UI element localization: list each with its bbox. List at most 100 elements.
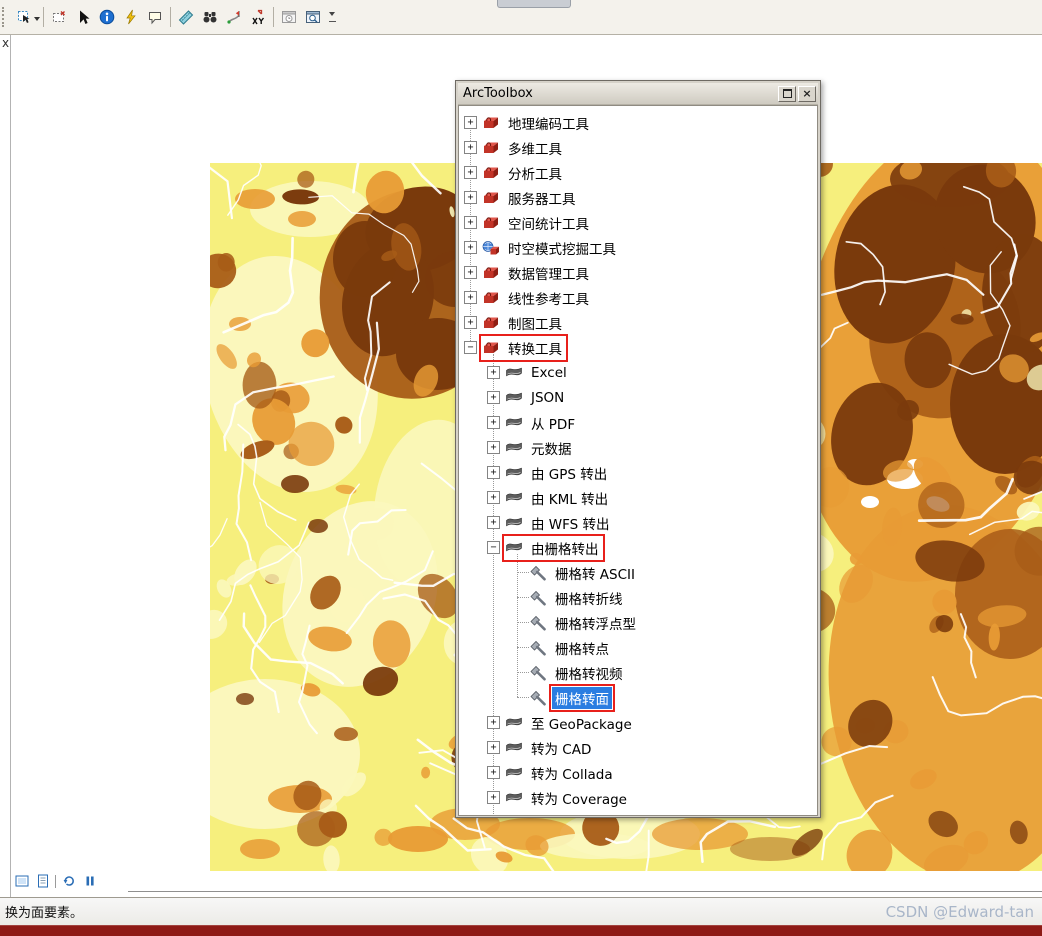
tree-item-label: 由 WFS 转出 [531, 516, 610, 533]
tree-item[interactable]: + 转为 CAD [459, 735, 817, 760]
tree-item-label: 线性参考工具 [508, 291, 589, 308]
expand-box-icon[interactable]: + [464, 241, 477, 254]
offscreen-window-edge [497, 0, 571, 8]
tree-item-label: 服务器工具 [508, 191, 576, 208]
tree-item[interactable]: + 转为 Collada [459, 760, 817, 785]
tree-item[interactable]: − 转换工具 [459, 333, 817, 362]
find-button[interactable] [198, 5, 222, 29]
restore-button[interactable] [778, 85, 796, 102]
tree-item[interactable]: + 时空模式挖掘工具 [459, 235, 817, 260]
tree-item[interactable]: − 由栅格转出 [459, 533, 817, 562]
tree-item[interactable]: + 元数据 [459, 435, 817, 460]
tree-item[interactable]: + 地理编码工具 [459, 110, 817, 135]
tree-item[interactable]: 栅格转点 [459, 635, 817, 660]
expand-box-icon[interactable]: + [487, 391, 500, 404]
expand-box-icon[interactable]: + [487, 441, 500, 454]
tree-item[interactable]: + 由 KML 转出 [459, 485, 817, 510]
tree-item[interactable]: + 转为 Coverage [459, 785, 817, 810]
expand-box-icon[interactable]: + [464, 191, 477, 204]
tree-item-label: 时空模式挖掘工具 [508, 241, 616, 258]
collapse-box-icon[interactable]: − [487, 541, 500, 554]
clear-selected-features-button[interactable] [47, 5, 71, 29]
tree-item[interactable]: + Excel [459, 360, 817, 385]
toolset-icon [505, 465, 523, 481]
tree-item[interactable]: 栅格转面 [459, 683, 817, 712]
refresh-icon [63, 876, 74, 886]
expand-box-icon[interactable]: + [487, 716, 500, 729]
expand-box-icon[interactable]: + [487, 366, 500, 379]
tree-item[interactable]: + 数据管理工具 [459, 260, 817, 285]
collapse-box-icon[interactable]: − [464, 341, 477, 354]
tree-item[interactable]: + 线性参考工具 [459, 285, 817, 310]
time-slider-window-icon [282, 11, 296, 23]
horizontal-scrollbar[interactable] [128, 891, 1042, 892]
tree-item[interactable]: + 至 GeoPackage [459, 710, 817, 735]
tree-item[interactable]: + 制图工具 [459, 310, 817, 335]
expand-box-icon[interactable]: + [487, 766, 500, 779]
select-features-button[interactable] [12, 5, 36, 29]
expand-box-icon[interactable]: + [464, 316, 477, 329]
expand-box-icon[interactable]: + [487, 491, 500, 504]
select-elements-button[interactable] [71, 5, 95, 29]
tree-item[interactable]: + 分析工具 [459, 160, 817, 185]
status-bar: 换为面要素。 CSDN @Edward-tan [0, 897, 1042, 925]
tree-item[interactable]: +转为 dBASE [459, 810, 817, 815]
expand-box-icon[interactable]: + [487, 791, 500, 804]
viewer-window-button[interactable] [301, 5, 325, 29]
panel-close-icon[interactable]: x [2, 36, 9, 50]
expand-box-icon[interactable]: + [487, 466, 500, 479]
tree-item[interactable]: + JSON [459, 385, 817, 410]
time-slider-button[interactable] [277, 5, 301, 29]
toolset-icon [505, 515, 523, 531]
expand-box-icon[interactable]: + [464, 166, 477, 179]
expand-box-icon[interactable]: + [487, 416, 500, 429]
tree-item[interactable]: 栅格转折线 [459, 585, 817, 610]
tree-item-label: 分析工具 [508, 166, 562, 183]
go-to-xy-button[interactable] [246, 5, 270, 29]
mini-toolbar-separator [55, 874, 56, 888]
tree-item[interactable]: + 从 PDF [459, 410, 817, 435]
toolbox-icon [482, 315, 500, 331]
hyperlink-button[interactable] [119, 5, 143, 29]
tree-item-label: 地理编码工具 [508, 116, 589, 133]
pause-drawing-button[interactable] [81, 873, 98, 889]
tree-item[interactable]: 栅格转视频 [459, 660, 817, 685]
expand-box-icon[interactable]: + [464, 266, 477, 279]
tree-item[interactable]: + 服务器工具 [459, 185, 817, 210]
expand-box-icon[interactable]: + [464, 116, 477, 129]
toolbar-grip[interactable] [2, 7, 8, 27]
tree-item-label: 数据管理工具 [508, 266, 589, 283]
tree-item[interactable]: + 空间统计工具 [459, 210, 817, 235]
expand-box-icon[interactable]: + [464, 141, 477, 154]
tree-item-label: 元数据 [531, 441, 572, 458]
select-features-dropdown-arrow[interactable] [34, 17, 40, 24]
toolbox-icon [482, 265, 500, 281]
layout-view-button[interactable] [34, 873, 51, 889]
expand-box-icon[interactable]: + [487, 516, 500, 529]
html-popup-button[interactable] [143, 5, 167, 29]
tree-item[interactable]: + 由 WFS 转出 [459, 510, 817, 535]
tree-item[interactable]: 栅格转浮点型 [459, 610, 817, 635]
tree-item[interactable]: + 由 GPS 转出 [459, 460, 817, 485]
measure-button[interactable] [174, 5, 198, 29]
toolbar-separator [170, 7, 171, 27]
expand-box-icon[interactable]: + [464, 291, 477, 304]
expand-box-icon[interactable]: + [464, 216, 477, 229]
refresh-button[interactable] [60, 873, 77, 889]
hammer-icon [529, 690, 547, 706]
expand-box-icon[interactable]: + [487, 741, 500, 754]
chevron-down-icon [329, 11, 335, 19]
arctoolbox-titlebar[interactable]: ArcToolbox × [458, 83, 818, 105]
clear-selection-icon [53, 11, 65, 22]
tree-item[interactable]: + 多维工具 [459, 135, 817, 160]
toolbar-options-button[interactable] [325, 11, 339, 23]
find-route-button[interactable] [222, 5, 246, 29]
tree-item[interactable]: 栅格转 ASCII [459, 560, 817, 585]
hammer-icon [529, 565, 547, 581]
toolbar-separator [43, 7, 44, 27]
close-button[interactable]: × [798, 85, 816, 102]
toolbox-icon [482, 215, 500, 231]
ruler-icon [178, 10, 194, 25]
data-view-button[interactable] [13, 873, 30, 889]
identify-button[interactable] [95, 5, 119, 29]
